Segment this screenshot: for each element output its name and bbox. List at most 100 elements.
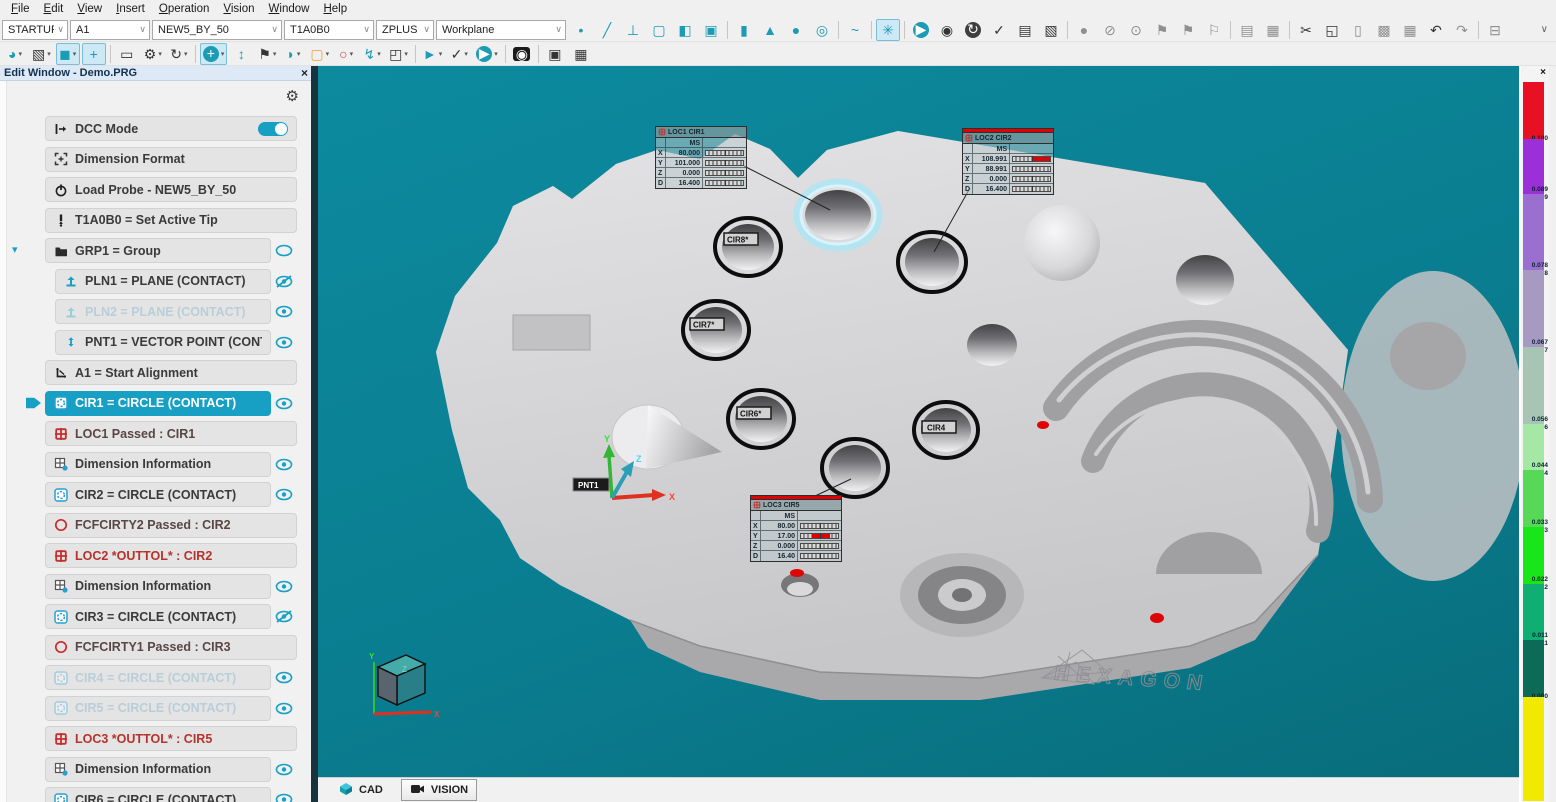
command-item-22[interactable]: Dimension Information (45, 757, 271, 782)
tab-cad[interactable]: CAD (330, 780, 391, 801)
line-feature-button[interactable]: ╱ (595, 19, 619, 41)
menu-file[interactable]: File (4, 2, 37, 16)
refresh-execute-button[interactable]: ↻ (961, 19, 985, 41)
probe-display-button[interactable]: ◗▾ (281, 43, 305, 65)
dropdown-arrow-icon[interactable]: ▾ (273, 50, 277, 58)
command-item-2[interactable]: Dimension Format (45, 147, 297, 172)
dropdown-arrow-icon[interactable]: ▾ (73, 50, 77, 58)
bookmark-clear-button[interactable]: ⚐ (1202, 19, 1226, 41)
cancel-execute-button[interactable]: ⊘ (1098, 19, 1122, 41)
tab-vision[interactable]: VISION (401, 779, 477, 801)
menu-window[interactable]: Window (262, 2, 317, 16)
scale-close-icon[interactable]: × (1540, 67, 1546, 78)
paste-button[interactable]: ▯ (1346, 19, 1370, 41)
menu-help[interactable]: Help (316, 2, 354, 16)
edit-markers-button[interactable]: ▦ (1398, 19, 1422, 41)
cone-feature-button[interactable]: ▲ (758, 19, 782, 41)
eye-icon[interactable] (271, 397, 297, 410)
dimension-label-loc1[interactable]: LOC1 CIR1MSX80.000Y101.000Z0.000D16.400 (655, 126, 747, 189)
curve-feature-button[interactable]: ~ (843, 19, 867, 41)
zoom-to-fit-button[interactable]: + (82, 43, 106, 65)
dropdown-arrow-icon[interactable]: ▾ (221, 50, 225, 58)
feature-tag-cir6[interactable]: CIR6* (737, 407, 771, 419)
combo-view-set[interactable]: Workplane∨ (436, 20, 566, 40)
panel-splitter[interactable] (311, 66, 318, 802)
eye-slash-icon[interactable] (271, 275, 297, 288)
feature-tag-cir4[interactable]: CIR4 (922, 421, 956, 433)
toolbar-overflow-chevron[interactable]: ∨ (1541, 24, 1554, 35)
feature-tag-cir7[interactable]: CIR7* (690, 318, 724, 330)
chevron-down-icon[interactable]: ∨ (268, 24, 278, 35)
command-item-20[interactable]: CIR5 = CIRCLE (CONTACT) (45, 696, 271, 721)
resume-execute-button[interactable]: ⊙ (1124, 19, 1148, 41)
command-item-18[interactable]: FCFCIRTY1 Passed : CIR3 (45, 635, 297, 660)
probe-vector-toggle-button[interactable]: ↕ (229, 43, 253, 65)
orientation-cube[interactable]: Y X Z (369, 652, 440, 719)
command-item-14[interactable]: FCFCIRTY2 Passed : CIR2 (45, 513, 297, 538)
menu-insert[interactable]: Insert (109, 2, 152, 16)
dropdown-arrow-icon[interactable]: ▾ (464, 50, 468, 58)
dropdown-arrow-icon[interactable]: ▾ (297, 50, 301, 58)
torus-feature-button[interactable]: ◎ (810, 19, 834, 41)
cut-button[interactable]: ✂ (1294, 19, 1318, 41)
view-orientation-button[interactable]: ◕▾ (3, 43, 27, 65)
eye-icon[interactable] (271, 763, 297, 776)
hole-cir2[interactable] (905, 238, 959, 286)
undo-button[interactable]: ↶ (1424, 19, 1448, 41)
graph-analysis-button[interactable]: ↯▾ (360, 43, 384, 65)
bookmark-insert-button[interactable]: ⚑ (1176, 19, 1200, 41)
command-item-3[interactable]: Load Probe - NEW5_BY_50 (45, 177, 297, 202)
eye-icon[interactable] (271, 793, 297, 802)
eye-slash-icon[interactable] (271, 610, 297, 623)
gage-slot-button[interactable]: ▢▾ (307, 43, 332, 65)
plane-feature-button[interactable]: ⊥ (621, 19, 645, 41)
eye-icon[interactable] (271, 488, 297, 501)
dcc-mode-toggle[interactable] (258, 122, 288, 136)
dropdown-arrow-icon[interactable]: ▾ (18, 50, 22, 58)
dropdown-arrow-icon[interactable]: ▾ (47, 50, 51, 58)
combo-program[interactable]: STARTUP∨ (2, 20, 68, 40)
command-item-23[interactable]: CIR6 = CIRCLE (CONTACT) (45, 787, 271, 802)
dropdown-arrow-icon[interactable]: ▾ (494, 50, 498, 58)
menu-operation[interactable]: Operation (152, 2, 217, 16)
menu-edit[interactable]: Edit (37, 2, 71, 16)
confirm-check-button[interactable]: ✓ (987, 19, 1011, 41)
execute-feature-button[interactable]: ◉ (935, 19, 959, 41)
gage-circle-button[interactable]: ○▾ (334, 43, 358, 65)
camera-snapshot-button[interactable]: ◉ (510, 43, 534, 65)
eye-icon[interactable] (271, 580, 297, 593)
command-item-19[interactable]: CIR4 = CIRCLE (CONTACT) (45, 665, 271, 690)
dropdown-arrow-icon[interactable]: ▾ (377, 50, 381, 58)
dropdown-arrow-icon[interactable]: ▾ (404, 50, 408, 58)
command-item-21[interactable]: LOC3 *OUTTOL* : CIR5 (45, 726, 297, 751)
cad-viewport[interactable]: CIR8* CIR7* CIR6* CIR4 PNT1 (318, 66, 1519, 802)
command-item-13[interactable]: CIR2 = CIRCLE (CONTACT) (45, 482, 271, 507)
menu-view[interactable]: View (70, 2, 109, 16)
paste-pattern-button[interactable]: ▩ (1372, 19, 1396, 41)
combo-probe[interactable]: NEW5_BY_50∨ (152, 20, 282, 40)
eye-icon[interactable] (271, 458, 297, 471)
command-item-15[interactable]: LOC2 *OUTTOL* : CIR2 (45, 543, 297, 568)
round-slot-feature-button[interactable]: ◧ (673, 19, 697, 41)
document-verify-button[interactable]: ▤ (1013, 19, 1037, 41)
eye-icon[interactable] (271, 671, 297, 684)
hole-cir1[interactable] (805, 190, 871, 240)
chevron-down-icon[interactable]: ∨ (420, 24, 430, 35)
feature-id-display-button[interactable]: ⚑▾ (255, 43, 279, 65)
eye-icon[interactable] (271, 702, 297, 715)
dropdown-arrow-icon[interactable]: ▾ (350, 50, 354, 58)
dimension-label-loc3[interactable]: LOC3 CIR5MSX80.00Y17.00Z0.000D16.40 (750, 495, 842, 562)
image-window-button[interactable]: ▦ (569, 43, 593, 65)
edit-window-titlebar[interactable]: Edit Window - Demo.PRG × (0, 66, 318, 81)
command-item-9[interactable]: A1 = Start Alignment (45, 360, 297, 385)
dropdown-arrow-icon[interactable]: ▾ (158, 50, 162, 58)
hole-cir8[interactable] (722, 224, 774, 270)
dropdown-arrow-icon[interactable]: ▾ (184, 50, 188, 58)
eye-icon[interactable] (271, 336, 297, 349)
duplicate-view-button[interactable]: ◰▾ (386, 43, 411, 65)
command-item-5[interactable]: GRP1 = Group (45, 238, 271, 263)
settings-gears-button[interactable]: ⚙▾ (141, 43, 165, 65)
bookmark-button[interactable]: ⚑ (1150, 19, 1174, 41)
report-window-button[interactable]: ▣ (543, 43, 567, 65)
hole-cir5[interactable] (829, 445, 881, 491)
